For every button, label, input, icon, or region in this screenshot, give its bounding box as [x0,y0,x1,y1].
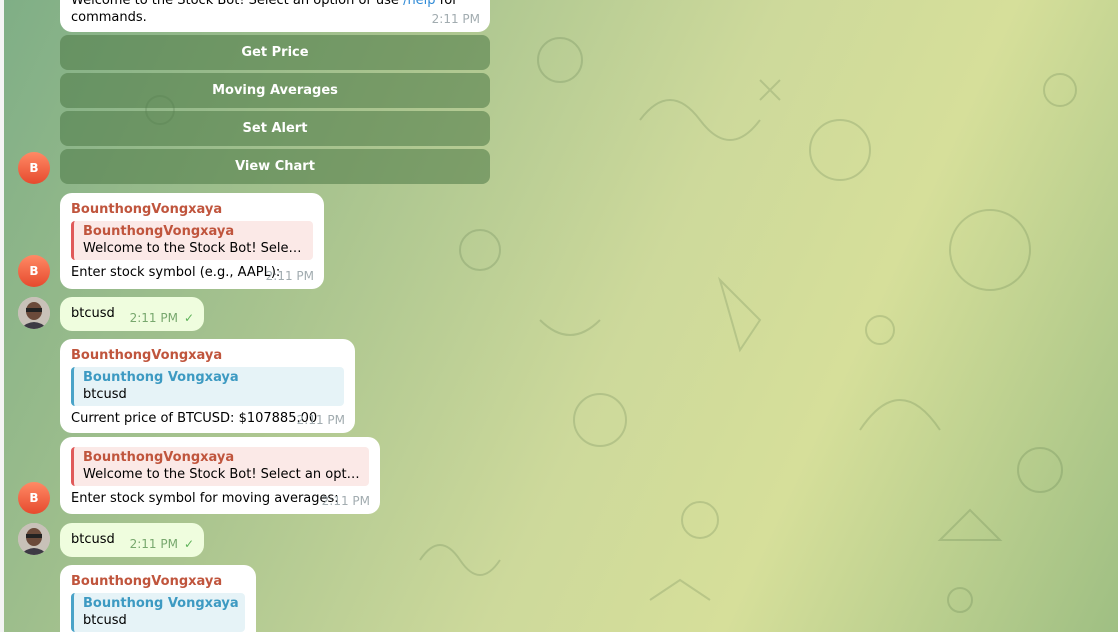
quote-author: Bounthong Vongxaya [83,596,239,611]
message-time: 2:11 PM ✓ [130,537,194,551]
view-chart-button[interactable]: View Chart [60,149,490,184]
message-time: 2:11 PM [296,413,345,427]
intro-line1: Welcome to the Stock Bot! Select an opti… [71,0,404,8]
message-time: 2:11 PM [321,494,370,508]
sender-name[interactable]: BounthongVongxaya [71,574,246,590]
get-price-button[interactable]: Get Price [60,35,490,70]
reply-quote[interactable]: Bounthong Vongxaya btcusd [71,367,344,406]
quote-text: btcusd [83,387,127,402]
intro-text: Welcome to the Stock Bot! Select an opti… [71,0,480,9]
message-time: 2:11 PM [431,12,480,26]
bot-avatar[interactable]: B [18,482,50,514]
bot-avatar[interactable]: B [18,152,50,184]
read-check-icon: ✓ [183,537,194,551]
help-link[interactable]: /help [403,0,435,8]
bot-avatar[interactable]: B [18,255,50,287]
quote-author: Bounthong Vongxaya [83,370,239,385]
quote-author: BounthongVongxaya [83,450,235,465]
user-message: btcusd 2:11 PM ✓ [60,297,204,331]
user-photo-icon [18,297,50,329]
time-text: 2:11 PM [129,311,178,325]
quote-author: BounthongVongxaya [83,224,235,239]
bot-message: BounthongVongxaya BounthongVongxaya Welc… [60,193,324,289]
intro-line2: commands. [71,10,147,25]
bot-message: BounthongVongxaya Bounthong Vongxaya btc… [60,339,355,433]
chat-area: Welcome to the Stock Bot! Select an opti… [0,0,1118,632]
bot-message: BounthongVongxaya Welcome to the Stock B… [60,437,380,514]
message-time: 2:11 PM ✓ [130,311,194,325]
quote-text: Welcome to the Stock Bot! Select an ... [83,241,307,256]
intro-line1-end: for [435,0,458,8]
intro-message: Welcome to the Stock Bot! Select an opti… [60,0,490,32]
reply-quote[interactable]: Bounthong Vongxaya btcusd [71,593,245,632]
user-avatar[interactable] [18,297,50,329]
sender-name[interactable]: BounthongVongxaya [71,348,345,364]
quote-text: btcusd [83,613,127,628]
time-text: 2:11 PM [129,537,178,551]
set-alert-button[interactable]: Set Alert [60,111,490,146]
sender-name[interactable]: BounthongVongxaya [71,202,314,218]
message-time: 2:11 PM [265,269,314,283]
reply-quote[interactable]: BounthongVongxaya Welcome to the Stock B… [71,221,313,260]
reply-quote[interactable]: BounthongVongxaya Welcome to the Stock B… [71,447,369,486]
user-avatar[interactable] [18,523,50,555]
moving-averages-button[interactable]: Moving Averages [60,73,490,108]
read-check-icon: ✓ [183,311,194,325]
user-photo-icon [18,523,50,555]
user-message: btcusd 2:11 PM ✓ [60,523,204,557]
bot-message: BounthongVongxaya Bounthong Vongxaya btc… [60,565,256,632]
quote-text: Welcome to the Stock Bot! Select an opti… [83,467,363,482]
